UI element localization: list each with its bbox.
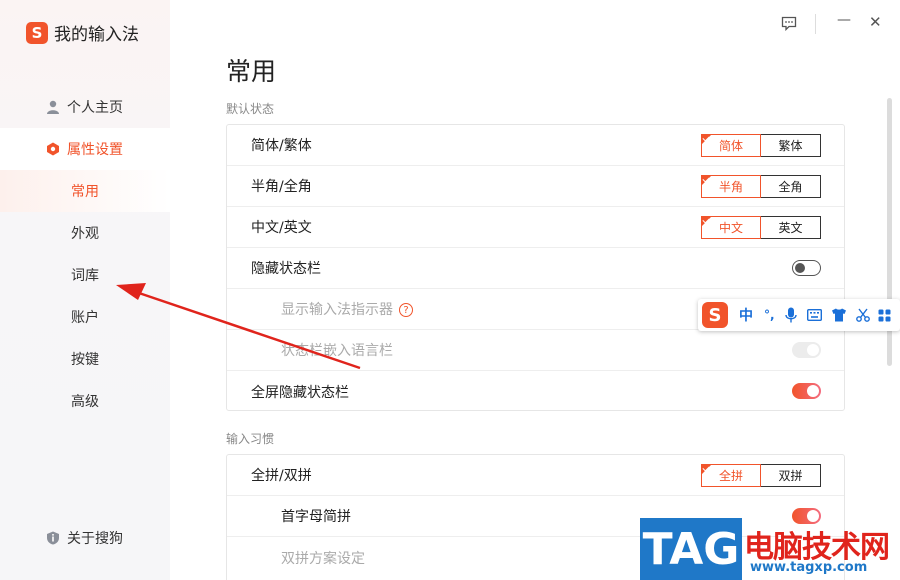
annotation-arrow-icon (116, 283, 361, 370)
watermark: TAG 电脑技术网 www.tagxp.com (640, 518, 900, 580)
watermark-url: www.tagxp.com (750, 560, 868, 575)
watermark-logo: TAG (640, 518, 742, 580)
